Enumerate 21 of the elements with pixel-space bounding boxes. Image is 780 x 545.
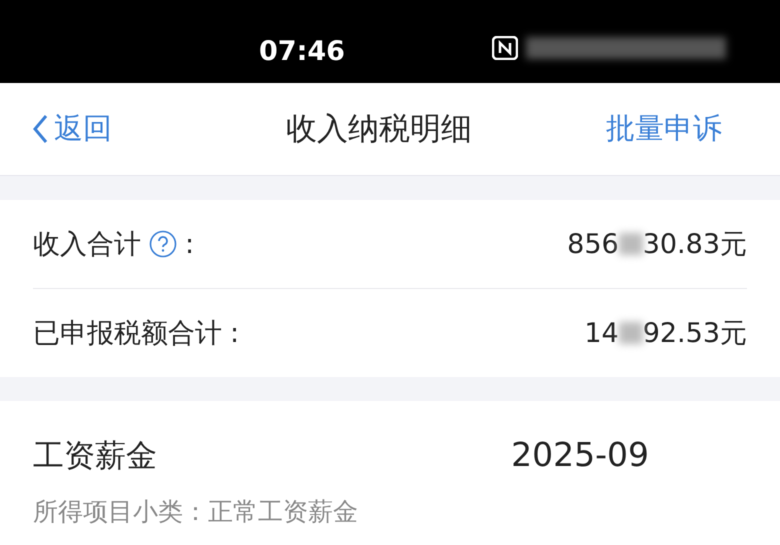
amount-value: 92.53元 bbox=[642, 317, 747, 351]
status-time: 07:46 bbox=[259, 36, 345, 67]
amount-value: 14 bbox=[584, 318, 619, 348]
amount-value: 30.83元 bbox=[642, 228, 747, 262]
batch-appeal-button[interactable]: 批量申诉 bbox=[606, 109, 722, 149]
period-date: 2025-09 bbox=[511, 435, 649, 476]
nfc-icon bbox=[492, 36, 518, 60]
chevron-left-icon bbox=[32, 114, 48, 144]
back-button[interactable]: 返回 bbox=[32, 109, 112, 149]
blurred-digits bbox=[618, 233, 643, 255]
help-icon[interactable] bbox=[149, 230, 177, 258]
income-subcategory: 所得项目小类：正常工资薪金 bbox=[33, 496, 359, 528]
amount-value: 856 bbox=[567, 228, 619, 260]
summary-label: 已申报税额合计 bbox=[33, 317, 222, 351]
summary-label: 收入合计 bbox=[33, 228, 141, 262]
colon: : bbox=[230, 318, 240, 348]
blurred-digits bbox=[618, 322, 643, 344]
income-type: 工资薪金 bbox=[33, 437, 157, 476]
blurred-status-icon bbox=[526, 37, 726, 59]
page-title: 收入纳税明细 bbox=[286, 110, 472, 149]
colon: : bbox=[185, 228, 194, 260]
